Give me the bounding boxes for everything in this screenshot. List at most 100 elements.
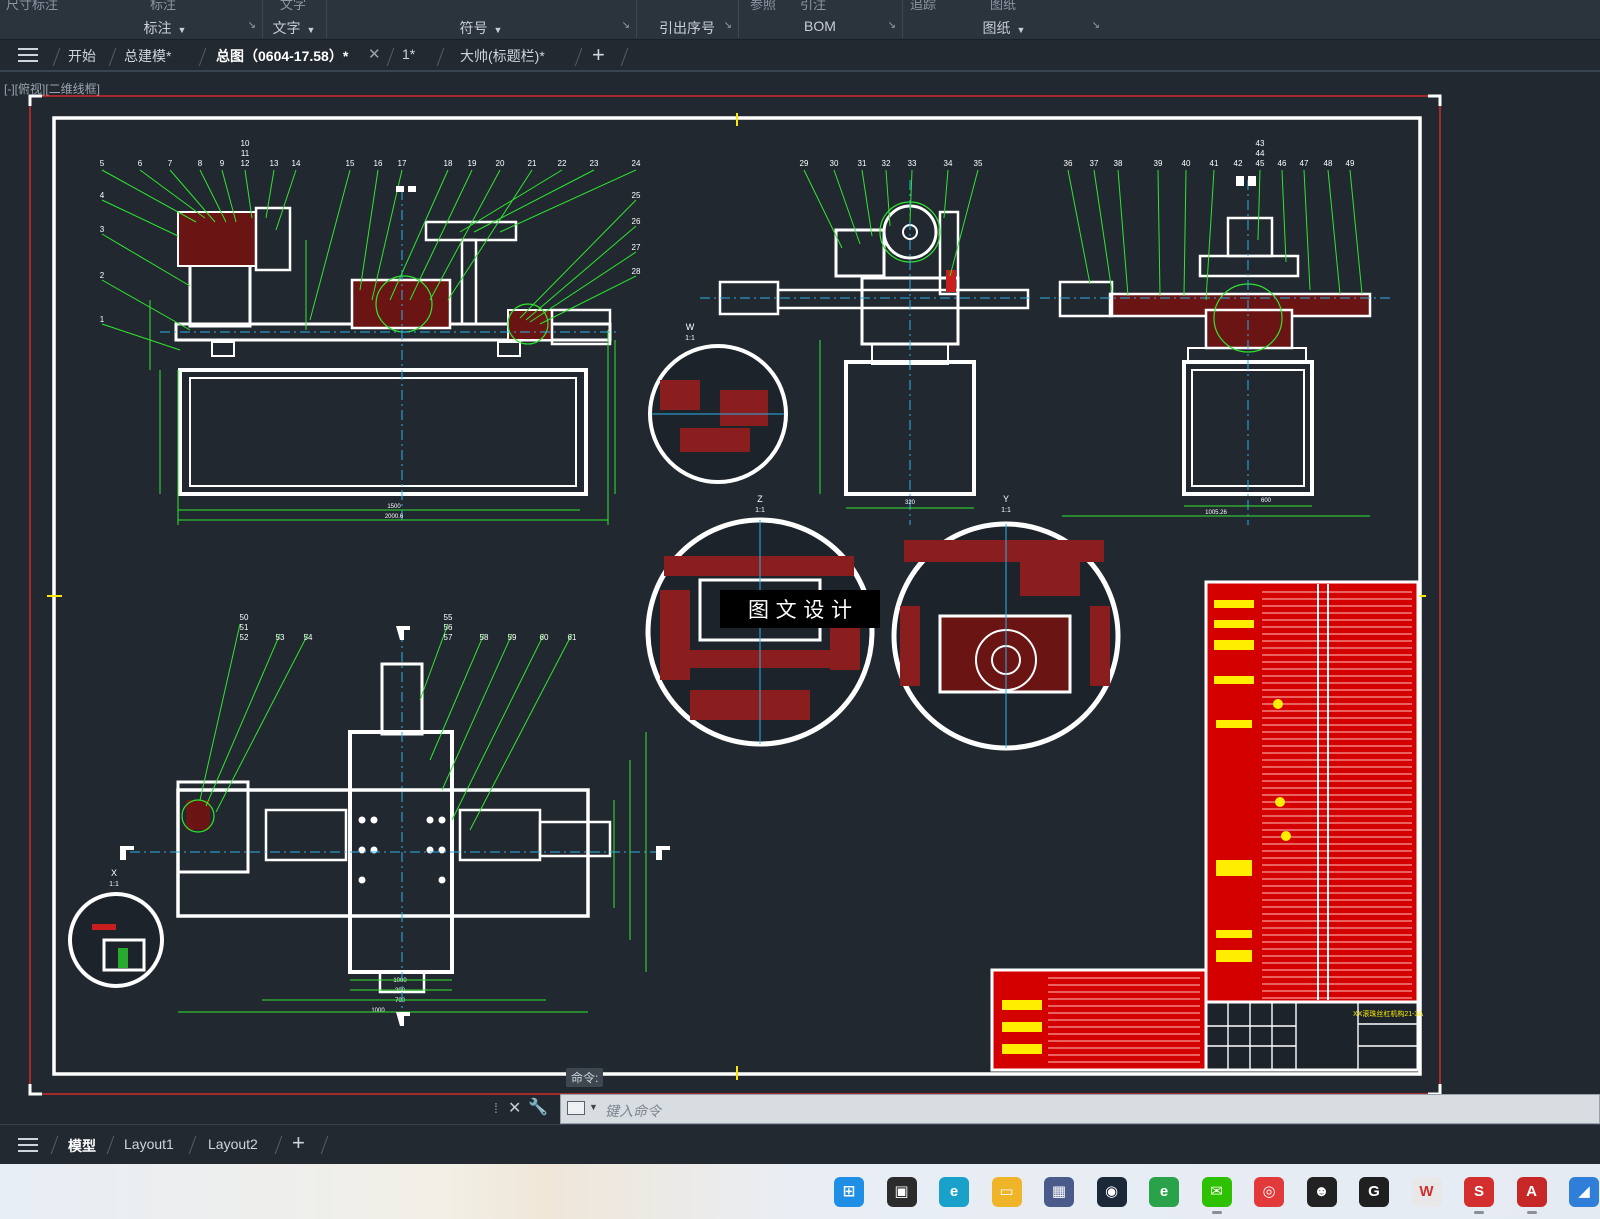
panel-launcher-icon[interactable]: ↘ bbox=[622, 20, 630, 31]
svg-text:5: 5 bbox=[100, 159, 105, 168]
detail-view-y: Y 1:1 bbox=[891, 494, 1121, 751]
tab-title-block[interactable]: 大帅(标题栏)* bbox=[460, 46, 545, 66]
panel-divider bbox=[738, 0, 739, 38]
wps-icon[interactable]: W bbox=[1411, 1177, 1442, 1207]
ribbon-top-fragment: 尺寸标注 bbox=[6, 0, 59, 12]
file-explorer-icon[interactable]: ▭ bbox=[991, 1177, 1022, 1207]
wrench-icon[interactable]: 🔧 bbox=[528, 1097, 548, 1117]
svg-text:4: 4 bbox=[100, 191, 105, 200]
svg-text:35: 35 bbox=[974, 159, 983, 168]
command-input[interactable]: ▼ 键入命令 bbox=[560, 1094, 1600, 1124]
svg-text:61: 61 bbox=[568, 633, 577, 642]
steam-icon[interactable]: ◉ bbox=[1096, 1177, 1127, 1207]
svg-text:1:1: 1:1 bbox=[685, 335, 695, 342]
svg-text:59: 59 bbox=[508, 633, 517, 642]
svg-text:28: 28 bbox=[632, 267, 641, 276]
svg-text:1:1: 1:1 bbox=[1001, 507, 1011, 514]
new-layout-icon[interactable]: + bbox=[292, 1130, 305, 1156]
netease-music-icon[interactable]: ◎ bbox=[1254, 1177, 1284, 1207]
close-icon[interactable]: ✕ bbox=[368, 45, 381, 63]
svg-text:1000: 1000 bbox=[371, 1008, 385, 1014]
panel-launcher-icon[interactable]: ↘ bbox=[888, 20, 896, 31]
svg-text:58: 58 bbox=[480, 633, 489, 642]
svg-text:1:1: 1:1 bbox=[109, 881, 119, 888]
svg-text:24: 24 bbox=[632, 159, 641, 168]
qq-icon[interactable]: ☻ bbox=[1306, 1177, 1337, 1207]
svg-text:1:1: 1:1 bbox=[755, 507, 765, 514]
svg-text:600: 600 bbox=[1261, 498, 1272, 504]
end-view-machine bbox=[1040, 180, 1390, 525]
svg-text:44: 44 bbox=[1256, 149, 1265, 158]
app-blue-icon[interactable]: ◢ bbox=[1569, 1177, 1599, 1207]
command-history-icon[interactable] bbox=[567, 1101, 585, 1115]
svg-text:47: 47 bbox=[1300, 159, 1309, 168]
tab-assembly-model[interactable]: 总建模* bbox=[124, 46, 171, 66]
svg-text:56: 56 bbox=[444, 623, 453, 632]
svg-text:20: 20 bbox=[496, 159, 505, 168]
task-view-icon[interactable]: ▣ bbox=[886, 1177, 917, 1207]
panel-launcher-icon[interactable]: ↘ bbox=[1092, 20, 1100, 31]
tab-drawing-1[interactable]: 1* bbox=[402, 46, 415, 62]
svg-text:320: 320 bbox=[905, 500, 916, 506]
menu-icon[interactable] bbox=[18, 1138, 38, 1152]
tab-general-drawing[interactable]: 总图（0604-17.58）* bbox=[216, 46, 348, 66]
svg-text:14: 14 bbox=[292, 159, 301, 168]
close-icon[interactable]: ✕ bbox=[508, 1098, 521, 1118]
tab-model[interactable]: 模型 bbox=[68, 1136, 96, 1156]
svg-text:57: 57 bbox=[444, 633, 453, 642]
drawing-canvas[interactable]: 5 6 7 8 9 10 11 12 13 14 15 16 17 18 19 … bbox=[0, 72, 1600, 1102]
svg-text:15: 15 bbox=[346, 159, 355, 168]
ribbon-top-fragment: 文字 bbox=[280, 0, 307, 12]
svg-text:2000.6: 2000.6 bbox=[385, 514, 404, 520]
browser-360-icon[interactable]: e bbox=[1149, 1177, 1179, 1207]
svg-text:37: 37 bbox=[1090, 159, 1099, 168]
tab-layout1[interactable]: Layout1 bbox=[124, 1136, 174, 1152]
svg-text:7: 7 bbox=[168, 159, 173, 168]
chevron-down-icon[interactable]: ▼ bbox=[178, 25, 187, 35]
tab-layout2[interactable]: Layout2 bbox=[208, 1136, 258, 1152]
file-tab-bar: 开始 总建模* 总图（0604-17.58）* ✕ 1* 大帅(标题栏)* + bbox=[0, 40, 1600, 72]
drag-handle-icon[interactable]: ⁞ bbox=[494, 1100, 498, 1116]
detail-view-x: X 1:1 bbox=[68, 868, 164, 988]
menu-icon[interactable] bbox=[18, 48, 38, 62]
chevron-down-icon[interactable]: ▼ bbox=[1017, 25, 1026, 35]
front-view-machine bbox=[149, 190, 620, 525]
svg-text:33: 33 bbox=[908, 159, 917, 168]
chevron-down-icon[interactable]: ▼ bbox=[494, 25, 503, 35]
app-g-icon[interactable]: G bbox=[1359, 1177, 1389, 1207]
panel-symbol[interactable]: 符号 ▼ ↘ bbox=[328, 18, 634, 38]
svg-text:22: 22 bbox=[558, 159, 567, 168]
panel-launcher-icon[interactable]: ↘ bbox=[248, 20, 256, 31]
svg-text:18: 18 bbox=[444, 159, 453, 168]
svg-text:700: 700 bbox=[395, 998, 406, 1004]
tab-start[interactable]: 开始 bbox=[68, 46, 96, 66]
panel-text[interactable]: 文字 ▼ bbox=[264, 18, 324, 38]
chevron-down-icon[interactable]: ▼ bbox=[307, 25, 316, 35]
windows-start-icon[interactable]: ⊞ bbox=[834, 1177, 864, 1207]
svg-text:19: 19 bbox=[468, 159, 477, 168]
panel-balloon[interactable]: 引出序号 ↘ bbox=[638, 18, 736, 38]
ribbon-top-fragment: 标注 bbox=[150, 0, 177, 12]
svg-text:42: 42 bbox=[1234, 159, 1243, 168]
edge-icon[interactable]: e bbox=[939, 1177, 969, 1207]
panel-dimension[interactable]: 标注 ▼ ↘ bbox=[70, 18, 260, 38]
chevron-down-icon[interactable]: ▼ bbox=[589, 1102, 598, 1112]
panel-launcher-icon[interactable]: ↘ bbox=[724, 20, 732, 31]
ribbon-top-fragment: 图纸 bbox=[990, 0, 1017, 12]
autocad-mechanical-icon[interactable]: A bbox=[1516, 1177, 1547, 1207]
svg-text:49: 49 bbox=[1346, 159, 1355, 168]
wechat-icon[interactable]: ✉ bbox=[1201, 1177, 1232, 1207]
new-tab-icon[interactable]: + bbox=[592, 42, 605, 68]
panel-bom[interactable]: BOM ↘ bbox=[740, 18, 900, 38]
svg-text:26: 26 bbox=[632, 217, 641, 226]
svg-text:9: 9 bbox=[220, 159, 225, 168]
svg-text:11: 11 bbox=[241, 149, 250, 158]
solidworks-2023-icon[interactable]: S bbox=[1464, 1177, 1494, 1207]
svg-text:1000: 1000 bbox=[393, 978, 407, 984]
svg-text:8: 8 bbox=[198, 159, 203, 168]
svg-text:32: 32 bbox=[882, 159, 891, 168]
panel-sheet[interactable]: 图纸 ▼ ↘ bbox=[904, 18, 1104, 38]
svg-text:29: 29 bbox=[800, 159, 809, 168]
app-grid-icon[interactable]: ▦ bbox=[1044, 1177, 1074, 1207]
running-indicator bbox=[1211, 1211, 1222, 1214]
